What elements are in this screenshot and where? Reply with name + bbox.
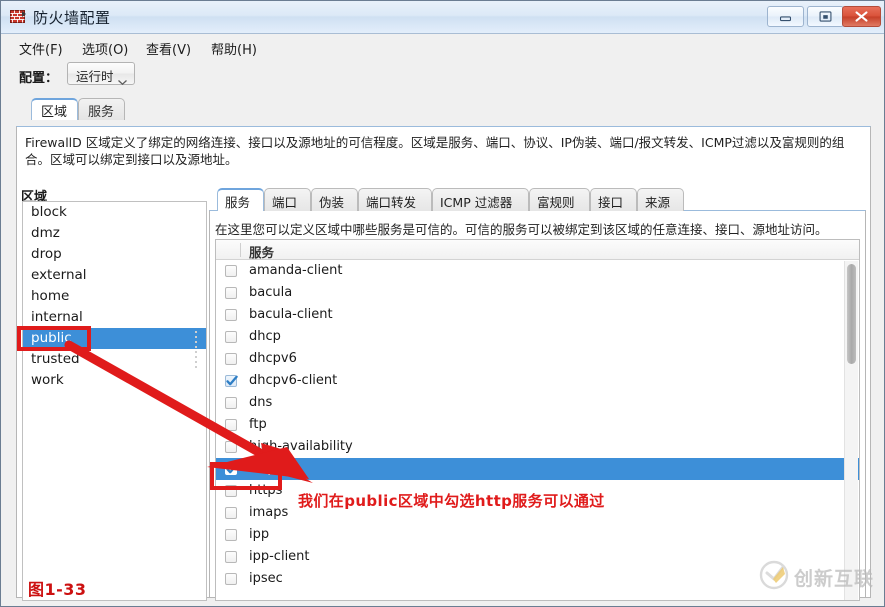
menu-file[interactable]: 文件(F) [14, 37, 68, 60]
config-combo-box[interactable]: 运行时 [67, 62, 135, 86]
service-name: ipp [249, 527, 270, 542]
close-button[interactable] [842, 6, 881, 27]
inner-tab-bar: 服务 端口 伪装 端口转发 ICMP 过滤器 富规则 接口 来源 [213, 187, 863, 211]
circle-check-logo-icon [759, 560, 789, 595]
service-checkbox[interactable] [225, 287, 237, 299]
service-name: ipp-client [249, 549, 310, 564]
service-row-amanda-client[interactable]: amanda-client [216, 260, 859, 282]
config-row: 配置： 运行时 [1, 59, 884, 92]
services-scrollbar[interactable] [844, 261, 858, 600]
minimize-button[interactable] [767, 6, 804, 27]
services-column-header: 服务 [249, 245, 275, 260]
tab-sources[interactable]: 来源 [637, 188, 684, 211]
firewall-brick-icon [10, 9, 27, 25]
services-description: 在这里您可以定义区域中哪些服务是可信的。可信的服务可以被绑定到该区域的任意连接、… [215, 222, 828, 237]
service-checkbox[interactable] [225, 573, 237, 585]
header-separator [240, 243, 241, 257]
zone-description: FirewallD 区域定义了绑定的网络连接、接口以及源地址的可信程度。区域是服… [25, 135, 845, 167]
service-name: ipsec [249, 571, 283, 586]
config-label: 配置： [19, 71, 59, 86]
tab-zones[interactable]: 区域 [31, 98, 78, 120]
tab-rich-rules[interactable]: 富规则 [529, 188, 590, 211]
tab-masquerade[interactable]: 伪装 [311, 188, 358, 211]
chevron-down-icon [118, 72, 127, 86]
firewall-config-window: 防火墙配置 文件(F) 选项(O) 查看(V) 帮助(H) 配置： 运行时 区域… [0, 0, 885, 607]
annotation-box-public-zone [17, 326, 91, 351]
figure-label: 图1-33 [28, 580, 87, 599]
service-name: imaps [249, 505, 289, 520]
annotation-box-http-service [210, 462, 282, 490]
service-checkbox[interactable] [225, 551, 237, 563]
watermark-text: 创新互联 [793, 567, 874, 590]
tab-interfaces[interactable]: 接口 [590, 188, 637, 211]
service-name: bacula-client [249, 307, 333, 322]
tab-services[interactable]: 服务 [217, 188, 264, 211]
zone-row[interactable]: drop [23, 244, 206, 265]
menu-bar: 文件(F) 选项(O) 查看(V) 帮助(H) [1, 34, 884, 59]
services-scrollbar-thumb[interactable] [847, 264, 856, 364]
service-row-bacula[interactable]: bacula [216, 282, 859, 304]
window-title: 防火墙配置 [33, 9, 111, 27]
annotation-arrow [61, 331, 321, 491]
service-checkbox[interactable] [225, 265, 237, 277]
services-list-header: 服务 [216, 240, 859, 260]
menu-options[interactable]: 选项(O) [77, 37, 133, 60]
zone-row[interactable]: home [23, 286, 206, 307]
service-checkbox[interactable] [225, 529, 237, 541]
zone-row[interactable]: internal [23, 307, 206, 328]
outer-tab-bar: 区域 服务 [16, 98, 871, 120]
config-combo-value: 运行时 [76, 69, 114, 84]
tab-services[interactable]: 服务 [78, 98, 125, 120]
service-checkbox[interactable] [225, 507, 237, 519]
zone-row[interactable]: dmz [23, 223, 206, 244]
service-checkbox[interactable] [225, 309, 237, 321]
service-row-bacula-client[interactable]: bacula-client [216, 304, 859, 326]
zone-row[interactable]: block [23, 202, 206, 223]
service-name: amanda-client [249, 263, 343, 278]
menu-view[interactable]: 查看(V) [141, 37, 196, 60]
tab-ports[interactable]: 端口 [264, 188, 311, 211]
title-bar: 防火墙配置 [1, 1, 884, 34]
tab-port-forward[interactable]: 端口转发 [358, 188, 432, 211]
zone-row[interactable]: external [23, 265, 206, 286]
watermark: 创新互联 [759, 560, 874, 594]
maximize-button[interactable] [807, 6, 844, 27]
tab-icmp-filter[interactable]: ICMP 过滤器 [432, 188, 529, 211]
menu-help[interactable]: 帮助(H) [206, 37, 262, 60]
annotation-callout-text: 我们在public区域中勾选http服务可以通过 [298, 492, 605, 510]
service-name: bacula [249, 285, 293, 300]
service-row-ipp[interactable]: ipp [216, 524, 859, 546]
